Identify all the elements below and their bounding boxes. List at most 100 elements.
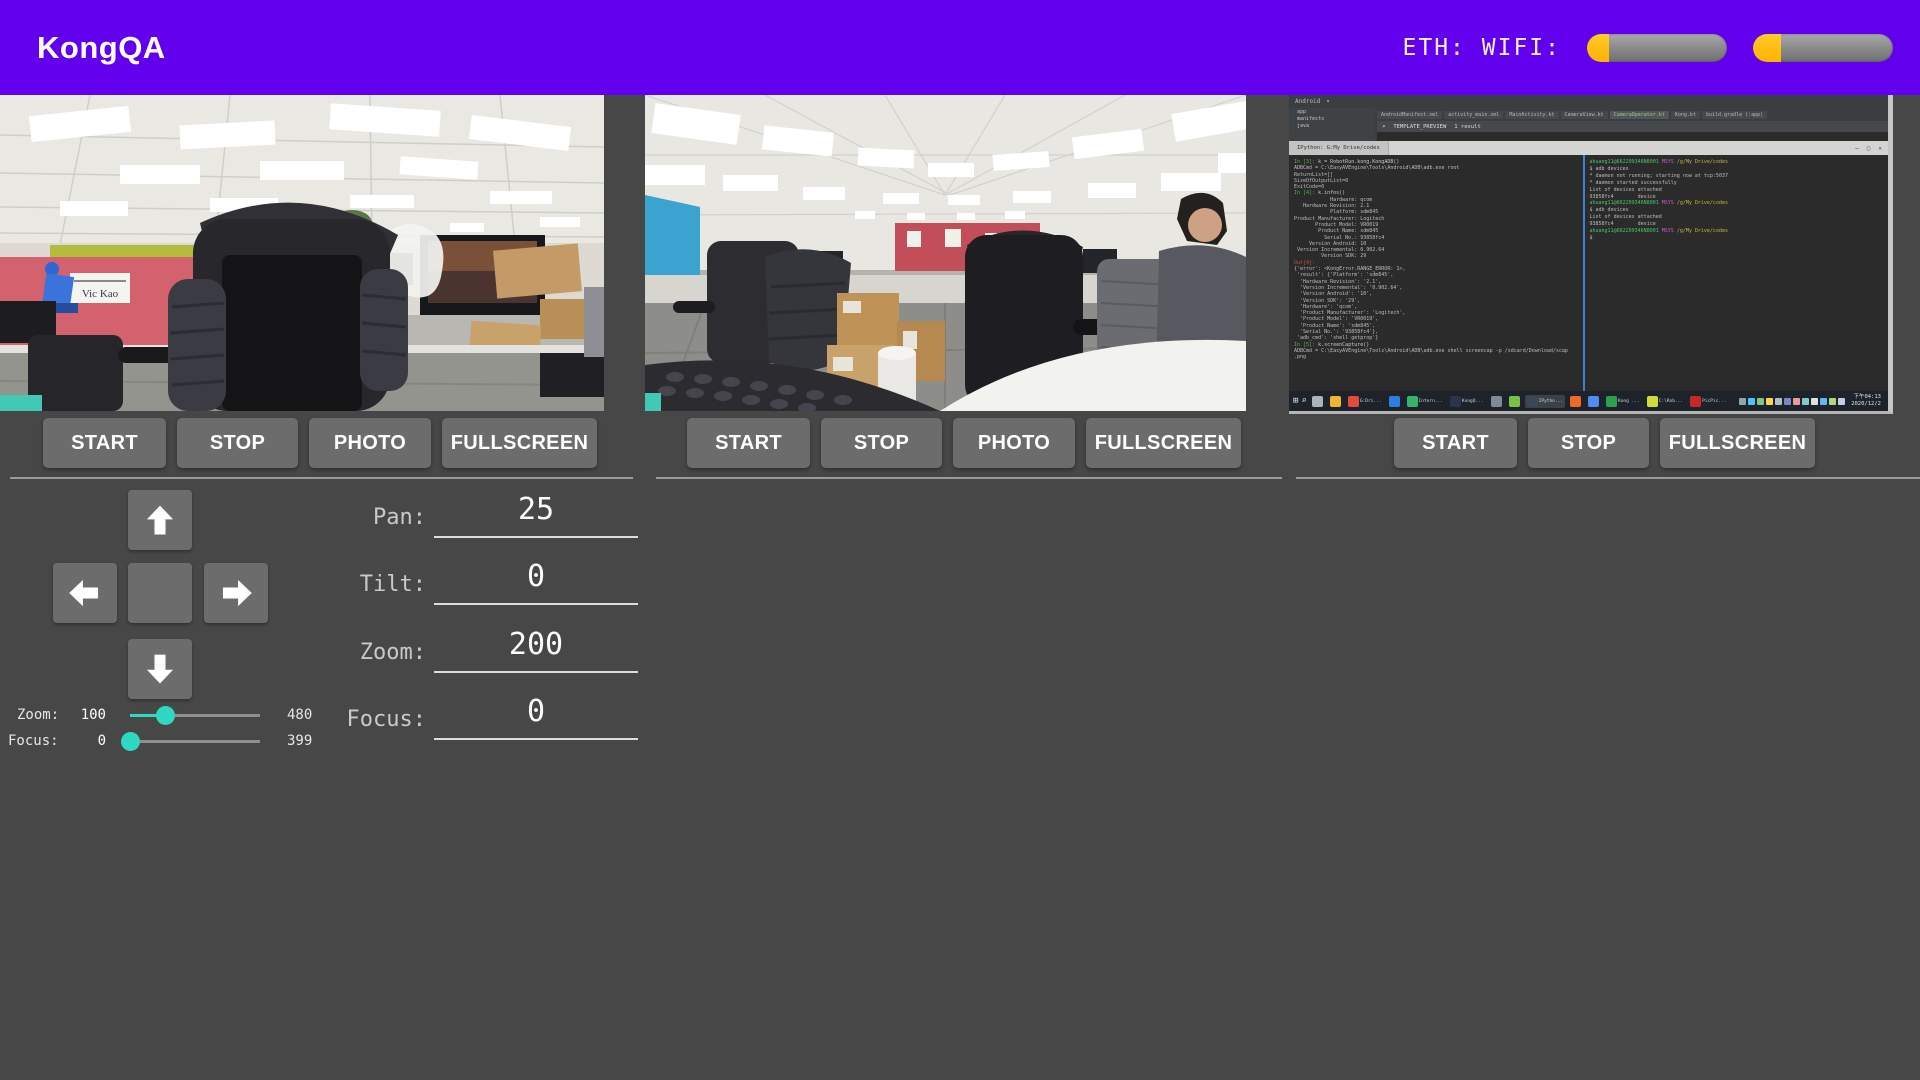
window-controls: — ▢ ✕ xyxy=(1855,145,1888,152)
pan-left-button[interactable] xyxy=(53,563,117,623)
pan-right-button[interactable] xyxy=(204,563,268,623)
focus-slider-track[interactable] xyxy=(130,740,260,743)
tray-icon xyxy=(1784,398,1791,405)
edge-icon xyxy=(1387,395,1402,408)
lambda-icon xyxy=(1507,395,1522,408)
camera-2-image xyxy=(645,95,1246,411)
camera-2-start-button[interactable]: START xyxy=(687,418,810,468)
camera-3-start-button[interactable]: START xyxy=(1394,418,1517,468)
console-window-titlebar: IPython: G:My Drive/codes — ▢ ✕ xyxy=(1289,141,1888,155)
taskbar-clock: 下午04:13 2020/12/2 xyxy=(1848,394,1884,408)
task-view-icon xyxy=(1310,395,1325,408)
tilt-field-row: Tilt: 0 xyxy=(300,559,638,605)
ide-tab: MainActivity.kt xyxy=(1505,111,1558,119)
ptz-home-button[interactable] xyxy=(128,563,192,623)
panel-3-divider xyxy=(1296,477,1920,479)
console-window-title: IPython: G:My Drive/codes xyxy=(1289,141,1389,155)
arrow-right-icon xyxy=(214,571,258,615)
ide-tab: activity_main.xml xyxy=(1444,111,1503,119)
tray-icon xyxy=(1739,398,1746,405)
camera-1-photo-button[interactable]: PHOTO xyxy=(309,418,431,468)
app-title: KongQA xyxy=(37,30,166,66)
camera-feed-1: Vic Kao xyxy=(0,95,604,411)
pan-input[interactable]: 25 xyxy=(434,492,638,538)
camera-1-image: Vic Kao xyxy=(0,95,604,411)
terminal-line: * daemon not running; starting now at tc… xyxy=(1590,173,1884,180)
tray-icon xyxy=(1811,398,1818,405)
camera-3-image: Android ▾ AndroidManifest.xmlactivity_ma… xyxy=(1289,95,1888,411)
tray-icon xyxy=(1775,398,1782,405)
camera-1-stop-button[interactable]: STOP xyxy=(177,418,298,468)
tilt-up-button[interactable] xyxy=(128,490,192,550)
console-line: .png xyxy=(1294,354,1578,360)
app-header: KongQA ETH: WIFI: xyxy=(0,0,1920,95)
camera-1-controls: START STOP PHOTO FULLSCREEN xyxy=(43,418,597,468)
robot-folder-icon: C:\Rob... xyxy=(1645,395,1685,408)
search-icon: ⌕ xyxy=(1382,124,1385,130)
tray-icon xyxy=(1766,398,1773,405)
camera-2-stop-button[interactable]: STOP xyxy=(821,418,942,468)
tray-icon xyxy=(1829,398,1836,405)
wifi-signal-bar xyxy=(1753,34,1893,62)
zoom-slider-thumb[interactable] xyxy=(156,706,175,725)
focus-field-row: Focus: 0 xyxy=(300,694,638,740)
camera-3-stop-button[interactable]: STOP xyxy=(1528,418,1649,468)
project-selector: Android xyxy=(1295,98,1320,105)
camera-1-fullscreen-button[interactable]: FULLSCREEN xyxy=(442,418,597,468)
terminal-line: 93858fc4 device xyxy=(1590,194,1884,201)
ipython-icon: IPytho... xyxy=(1525,395,1565,408)
focus-slider-value: 0 xyxy=(58,733,106,749)
pan-field-row: Pan: 25 xyxy=(300,492,638,538)
camera-2-fullscreen-button[interactable]: FULLSCREEN xyxy=(1086,418,1241,468)
terminal-line: List of devices attached xyxy=(1590,214,1884,221)
tilt-down-button[interactable] xyxy=(128,639,192,699)
ide-search-results: 1 result xyxy=(1454,124,1481,130)
arrow-left-icon xyxy=(63,571,107,615)
terminal-line: ahuang11@662209346N8001 MSYS /g/My Drive… xyxy=(1590,159,1884,166)
file-explorer-icon xyxy=(1328,395,1343,408)
terminal-line: 93858fc4 device xyxy=(1590,221,1884,228)
tilt-field-label: Tilt: xyxy=(300,572,426,597)
tilt-input[interactable]: 0 xyxy=(434,559,638,605)
tray-icon xyxy=(1820,398,1827,405)
terminal-line: $ adb devices xyxy=(1590,166,1884,173)
focus-slider-thumb[interactable] xyxy=(121,732,140,751)
network-label: ETH: WIFI: xyxy=(1403,35,1561,61)
panel-1-divider xyxy=(10,477,633,479)
zoom-field-row: Zoom: 200 xyxy=(300,627,638,673)
ide-tab: build.gradle (:app) xyxy=(1702,111,1767,119)
wifi-signal-fill xyxy=(1753,34,1781,62)
ide-tab: Kong.kt xyxy=(1671,111,1700,119)
ipython-console-pane: In [3]: k = RobotRun.kong.KongADB()ADBCm… xyxy=(1289,155,1583,391)
network-status: ETH: WIFI: xyxy=(1403,34,1893,62)
ide-code-area xyxy=(1377,132,1888,141)
console-line: ADBCmd = C:\EasyAVEngine\Tools\Android\A… xyxy=(1294,348,1578,354)
tray-icon xyxy=(1757,398,1764,405)
camera-1-start-button[interactable]: START xyxy=(43,418,166,468)
zoom-slider-value: 100 xyxy=(58,707,106,723)
focus-input[interactable]: 0 xyxy=(434,694,638,740)
kongqa-app: KongQA ETH: WIFI: xyxy=(0,0,1920,1080)
unity-icon xyxy=(1489,395,1504,408)
msys-terminal-pane: ahuang11@662209346N8001 MSYS /g/My Drive… xyxy=(1585,155,1889,391)
start-menu-icon: ⊞ xyxy=(1293,391,1298,411)
camera-feed-3: Android ▾ AndroidManifest.xmlactivity_ma… xyxy=(1289,95,1893,414)
terminal-line: ahuang11@662209346N8001 MSYS /g/My Drive… xyxy=(1590,200,1884,207)
pan-field-label: Pan: xyxy=(300,505,426,530)
terminal-line: $ adb devices xyxy=(1590,207,1884,214)
zoom-input[interactable]: 200 xyxy=(434,627,638,673)
zoom-slider-label: Zoom: xyxy=(17,707,59,723)
tray-icon xyxy=(1748,398,1755,405)
zoom-slider-track[interactable] xyxy=(130,714,260,717)
arrow-down-icon xyxy=(138,647,182,691)
vic-kao-sign: Vic Kao xyxy=(82,288,119,300)
camera-2-photo-button[interactable]: PHOTO xyxy=(953,418,1075,468)
camera-3-fullscreen-button[interactable]: FULLSCREEN xyxy=(1660,418,1815,468)
focus-field-label: Focus: xyxy=(300,707,426,732)
store-icon xyxy=(1586,395,1601,408)
terminal-line: List of devices attached xyxy=(1590,187,1884,194)
camera-feed-2 xyxy=(645,95,1246,411)
tree-item: app xyxy=(1297,109,1375,116)
zoom-field-label: Zoom: xyxy=(300,640,426,665)
windows-taskbar: ⊞ ⌕ G:Dri...Intern...KongQ...IPytho...Ko… xyxy=(1289,391,1888,411)
